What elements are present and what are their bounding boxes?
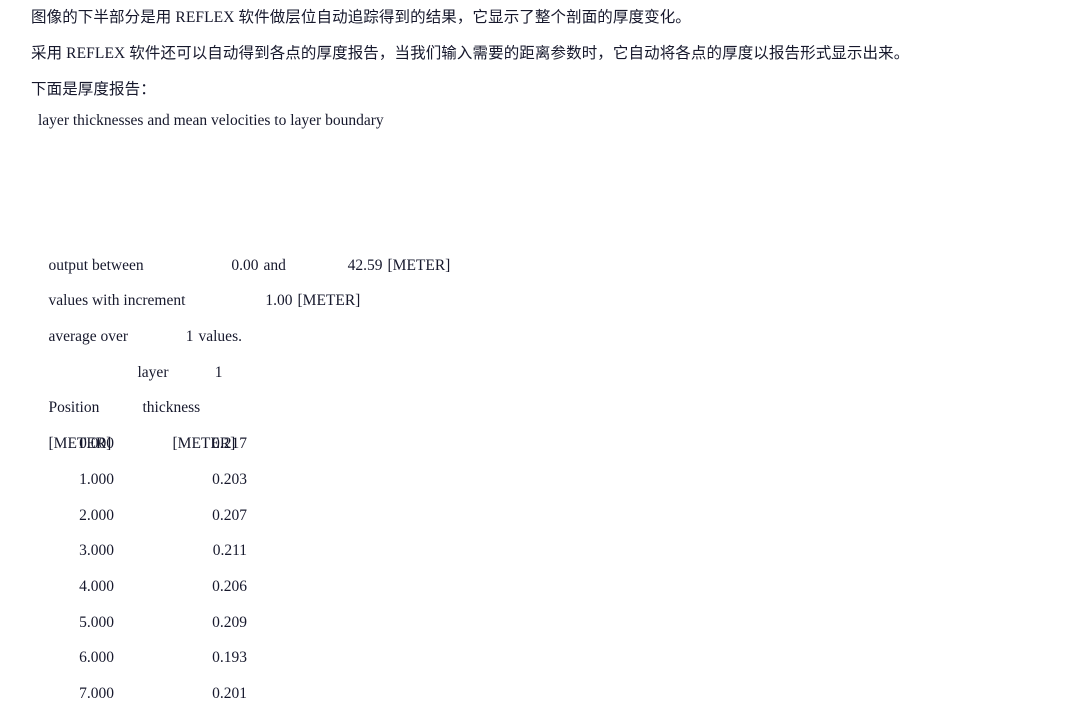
position-column-unit: [METER] <box>48 435 112 453</box>
table-row: 6.000 0.193 <box>33 640 553 676</box>
report-data-rows: 0.000 0.217 1.000 0.203 2.000 0.207 3.000 0.211… <box>33 426 553 712</box>
position-value: 5.000 <box>79 613 114 631</box>
thickness-column-unit: [METER] <box>172 435 236 453</box>
narrative-text-block: 图像的下半部分是用 REFLEX 软件做层位自动追踪得到的结果，它显示了整个剖面… <box>31 0 1071 108</box>
position-value: 3.000 <box>79 542 114 560</box>
increment-line: values with increment 1.00 [METER] <box>33 248 553 309</box>
column-units: [METER] [METER] <box>33 390 553 452</box>
thickness-value: 0.206 <box>212 577 247 595</box>
layer-line: layer 1 <box>33 319 553 381</box>
average-line: average over 1 values. <box>33 283 553 345</box>
table-row: 5.000 0.209 <box>33 605 553 641</box>
table-row: 3.000 0.211 <box>33 533 553 569</box>
thickness-value: 0.207 <box>212 506 247 524</box>
position-value: 6.000 <box>79 649 114 667</box>
table-row: 2.000 0.207 <box>33 498 553 534</box>
paragraph-3: 下面是厚度报告： <box>31 81 156 98</box>
column-headers: Position thickness <box>33 355 553 416</box>
position-value: 1.000 <box>79 470 114 488</box>
position-value: 2.000 <box>79 506 114 524</box>
table-row: 7.000 0.201 <box>33 676 553 712</box>
thickness-value: 0.193 <box>212 649 247 667</box>
paragraph-1: 图像的下半部分是用 REFLEX 软件做层位自动追踪得到的结果，它显示了整个剖面… <box>31 9 691 26</box>
thickness-value: 0.211 <box>212 542 247 560</box>
thickness-report: output between 0.00 and 42.59 [METER] values… <box>33 212 553 712</box>
position-value: 7.000 <box>79 684 114 702</box>
paragraph-2: 采用 REFLEX 软件还可以自动得到各点的厚度报告，当我们输入需要的距离参数时… <box>31 45 910 62</box>
position-value: 4.000 <box>79 577 114 595</box>
thickness-value: 0.203 <box>212 470 247 488</box>
table-row: 1.000 0.203 <box>33 462 553 498</box>
thickness-value: 0.201 <box>212 684 247 702</box>
thickness-value: 0.209 <box>212 613 247 631</box>
table-row: 4.000 0.206 <box>33 569 553 605</box>
report-heading: layer thicknesses and mean velocities to… <box>38 112 384 129</box>
output-between-line: output between 0.00 and 42.59 [METER] <box>33 212 553 274</box>
